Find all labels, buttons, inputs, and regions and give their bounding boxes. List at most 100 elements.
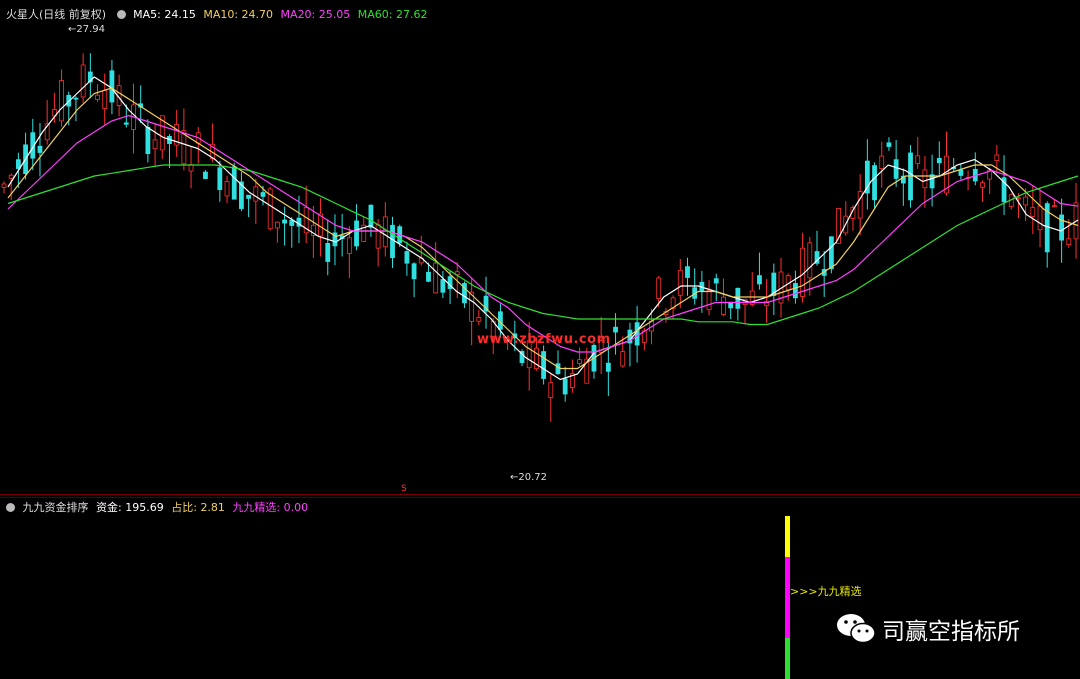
candle-down bbox=[217, 167, 223, 191]
candle-up bbox=[1030, 207, 1036, 217]
candle-down bbox=[231, 166, 237, 200]
candle-up bbox=[577, 359, 582, 364]
candle-up bbox=[915, 155, 921, 164]
candle-down bbox=[145, 126, 151, 155]
candle-down bbox=[1059, 214, 1065, 241]
candle-down bbox=[73, 97, 79, 100]
candle-down bbox=[757, 275, 762, 285]
candle-down bbox=[440, 279, 446, 293]
candle-down bbox=[929, 174, 935, 189]
candle-down bbox=[828, 236, 834, 270]
high-price-label: ←27.94 bbox=[68, 24, 105, 35]
indicator-settings-dot-icon[interactable] bbox=[6, 503, 15, 512]
ma5-value: 24.15 bbox=[164, 8, 196, 21]
candle-down bbox=[260, 192, 266, 197]
candle-up bbox=[375, 224, 381, 249]
candle-up bbox=[1016, 197, 1021, 200]
candle-down bbox=[354, 220, 359, 247]
candle-up bbox=[102, 90, 108, 109]
candle-up bbox=[224, 181, 230, 197]
chart-header: 火星人(日线 前复权) MA5: 24.15 MA10: 24.70 MA20:… bbox=[6, 6, 431, 22]
fund-value: 195.69 bbox=[125, 501, 164, 514]
settings-dot-icon[interactable] bbox=[116, 10, 126, 19]
candle-up bbox=[8, 174, 14, 179]
wechat-account-name: 司赢空指标所 bbox=[882, 619, 1020, 645]
ma20-value: 25.05 bbox=[318, 8, 351, 21]
candle-down bbox=[793, 283, 798, 299]
candle-down bbox=[886, 142, 892, 147]
candle-up bbox=[994, 154, 1000, 162]
ma60-line bbox=[7, 164, 1079, 326]
fund-label: 资金: bbox=[96, 501, 122, 514]
candle-down bbox=[404, 251, 410, 264]
candle-up bbox=[721, 296, 726, 315]
candle-up bbox=[1, 183, 7, 188]
ma60-label: MA60: bbox=[357, 8, 393, 21]
panel-divider-top bbox=[0, 494, 1080, 495]
candle-up bbox=[706, 290, 712, 311]
select-label: 九九精选: bbox=[232, 501, 281, 514]
wechat-watermark: 司赢空指标所 bbox=[836, 612, 1020, 646]
candle-up bbox=[879, 155, 885, 170]
candle-down bbox=[555, 363, 561, 375]
watermark-text: www.zbzfwu.com bbox=[477, 332, 611, 347]
candle-down bbox=[713, 278, 719, 284]
candle-up bbox=[476, 317, 482, 322]
candle-up bbox=[656, 277, 662, 299]
candle-up bbox=[59, 80, 64, 122]
candle-down bbox=[541, 351, 546, 379]
candle-up bbox=[1066, 238, 1072, 245]
ma10-line bbox=[7, 87, 1079, 370]
candle-up bbox=[152, 139, 158, 150]
candle-down bbox=[123, 122, 129, 125]
candle-down bbox=[109, 70, 115, 103]
candle-down bbox=[325, 243, 331, 262]
candle-down bbox=[605, 362, 611, 372]
candle-up bbox=[1037, 205, 1043, 231]
candle-down bbox=[203, 171, 208, 179]
candle-down bbox=[246, 194, 252, 199]
candle-down bbox=[634, 322, 640, 346]
panel-divider-bottom bbox=[0, 497, 1080, 498]
candle-up bbox=[980, 182, 985, 188]
candle-up bbox=[95, 94, 100, 100]
ma10-label: MA10: bbox=[203, 8, 239, 21]
candle-up bbox=[1052, 205, 1057, 208]
candle-down bbox=[936, 157, 942, 164]
candle-down bbox=[368, 204, 374, 228]
candle-up bbox=[1023, 196, 1029, 206]
candle-down bbox=[685, 266, 690, 278]
candle-down bbox=[613, 326, 618, 333]
low-price-value: 20.72 bbox=[518, 472, 548, 483]
candle-up bbox=[382, 216, 388, 248]
candle-down bbox=[37, 145, 43, 153]
stock-name: 火星人(日线 前复权) bbox=[6, 8, 107, 21]
candle-up bbox=[548, 382, 554, 398]
candle-down bbox=[958, 169, 964, 176]
candle-up bbox=[346, 237, 352, 254]
indicator-name: 九九资金排序 bbox=[22, 501, 89, 514]
candle-up bbox=[620, 351, 626, 367]
candle-down bbox=[893, 159, 899, 179]
wechat-icon bbox=[837, 614, 876, 644]
candle-down bbox=[411, 263, 417, 280]
s-marker: S bbox=[401, 484, 407, 494]
select-value: 0.00 bbox=[283, 501, 309, 514]
candle-up bbox=[253, 186, 259, 202]
ma20-label: MA20: bbox=[280, 8, 316, 21]
signal-label: >>>九九精选 bbox=[790, 585, 862, 598]
low-price-label: ←20.72 bbox=[510, 472, 547, 483]
signal-segment-0 bbox=[785, 516, 790, 557]
candle-up bbox=[433, 262, 439, 294]
signal-segment-2 bbox=[785, 638, 790, 679]
ratio-label: 占比: bbox=[171, 501, 197, 514]
candlestick-chart[interactable] bbox=[0, 0, 1080, 496]
candle-up bbox=[807, 242, 813, 279]
candle-up bbox=[922, 169, 928, 189]
candle-down bbox=[562, 378, 568, 395]
candle-up bbox=[80, 64, 86, 98]
high-price-value: 27.94 bbox=[76, 24, 106, 35]
ma5-label: MA5: bbox=[133, 8, 161, 21]
candle-up bbox=[677, 269, 683, 296]
candle-down bbox=[390, 224, 395, 258]
